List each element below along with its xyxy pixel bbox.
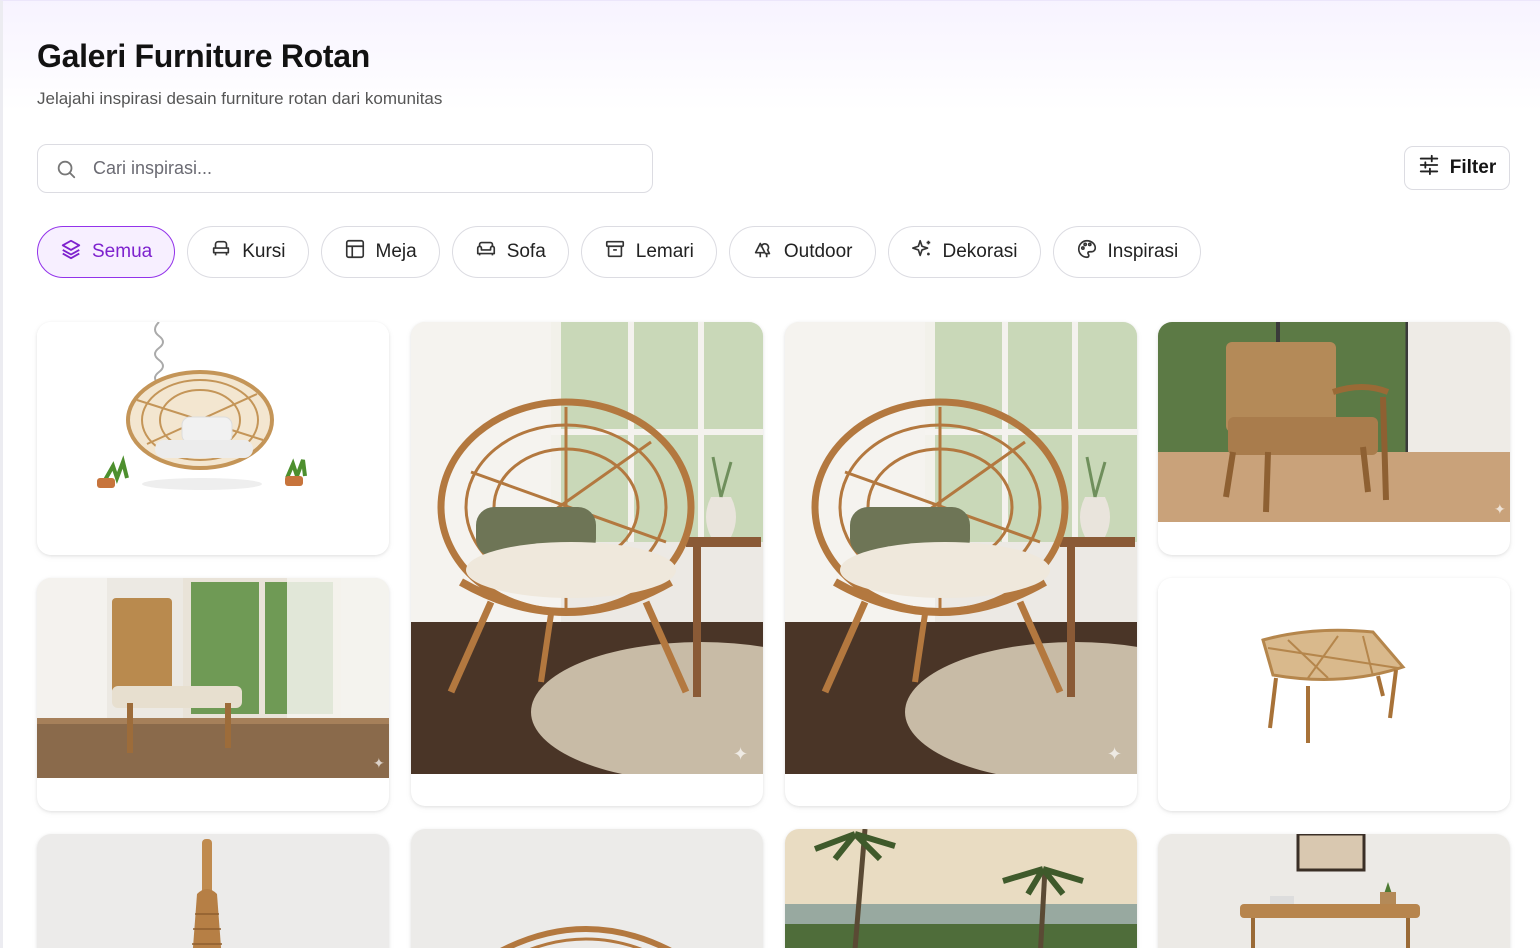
chip-sofa[interactable]: Sofa bbox=[451, 226, 569, 278]
gallery-card-tropical[interactable] bbox=[785, 829, 1137, 948]
search-input[interactable] bbox=[93, 158, 593, 179]
layers-icon bbox=[60, 238, 82, 266]
chip-label: Lemari bbox=[635, 241, 694, 262]
page-header: Galeri Furniture Rotan Jelajahi inspiras… bbox=[37, 38, 442, 109]
gallery-card-hanging-chair[interactable] bbox=[37, 322, 389, 555]
table-icon bbox=[344, 238, 366, 266]
high-back-chair-image: ✦ bbox=[37, 578, 389, 778]
chip-lemari[interactable]: Lemari bbox=[580, 226, 717, 278]
gallery-card-round-chair-2[interactable]: ✦ bbox=[785, 322, 1137, 806]
sofa-icon bbox=[475, 238, 497, 266]
gallery-card-rattan-leg[interactable] bbox=[37, 834, 389, 948]
chip-label: Inspirasi bbox=[1107, 241, 1179, 262]
chip-label: Outdoor bbox=[783, 241, 853, 262]
category-chips: Semua Kursi Meja Sofa Lemari Outdoor Dek… bbox=[37, 226, 1202, 278]
gallery-card-rattan-bench[interactable] bbox=[1158, 578, 1510, 811]
trees-icon bbox=[752, 238, 774, 266]
round-chair-image bbox=[411, 829, 763, 948]
sparkles-icon bbox=[911, 238, 933, 266]
chip-kursi[interactable]: Kursi bbox=[187, 226, 309, 278]
chip-label: Meja bbox=[375, 241, 417, 262]
gallery-card-console-table[interactable] bbox=[1158, 834, 1510, 948]
sliders-icon bbox=[1418, 154, 1440, 182]
chip-label: Kursi bbox=[242, 241, 286, 262]
chip-label: Sofa bbox=[506, 241, 546, 262]
hanging-chair-image bbox=[37, 322, 389, 555]
page-title: Galeri Furniture Rotan bbox=[37, 38, 370, 74]
round-chair-image: ✦ bbox=[411, 322, 763, 774]
chip-inspirasi[interactable]: Inspirasi bbox=[1052, 226, 1202, 278]
chip-label: Semua bbox=[92, 241, 153, 262]
gallery-card-high-back-chair[interactable]: ✦ bbox=[37, 578, 389, 811]
page-subtitle: Jelajahi inspirasi desain furniture rota… bbox=[37, 89, 443, 108]
chip-dekorasi[interactable]: Dekorasi bbox=[887, 226, 1041, 278]
chip-meja[interactable]: Meja bbox=[320, 226, 440, 278]
gallery-card-round-chair-3[interactable] bbox=[411, 829, 763, 948]
chip-label: Dekorasi bbox=[942, 241, 1018, 262]
svg-text:✦: ✦ bbox=[373, 756, 385, 772]
rattan-bench-image bbox=[1158, 578, 1510, 811]
palette-icon bbox=[1076, 238, 1098, 266]
woven-armchair-image: ✦ bbox=[1158, 322, 1510, 522]
gallery-card-woven-armchair[interactable]: ✦ bbox=[1158, 322, 1510, 555]
filter-label: Filter bbox=[1449, 157, 1497, 178]
console-table-image bbox=[1158, 834, 1510, 948]
chip-semua[interactable]: Semua bbox=[37, 226, 176, 278]
svg-text:✦: ✦ bbox=[733, 744, 748, 765]
rattan-item-image bbox=[37, 834, 389, 948]
round-chair-image: ✦ bbox=[785, 322, 1137, 774]
tropical-outdoor-image bbox=[785, 829, 1137, 948]
gallery-card-round-chair-1[interactable]: ✦ bbox=[411, 322, 763, 806]
search-icon bbox=[55, 158, 77, 180]
filter-button[interactable]: Filter bbox=[1404, 146, 1510, 190]
search-box[interactable] bbox=[37, 144, 653, 193]
svg-text:✦: ✦ bbox=[1494, 502, 1506, 518]
armchair-icon bbox=[210, 238, 232, 266]
svg-text:✦: ✦ bbox=[1107, 744, 1122, 765]
cabinet-icon bbox=[604, 238, 626, 266]
chip-outdoor[interactable]: Outdoor bbox=[728, 226, 876, 278]
